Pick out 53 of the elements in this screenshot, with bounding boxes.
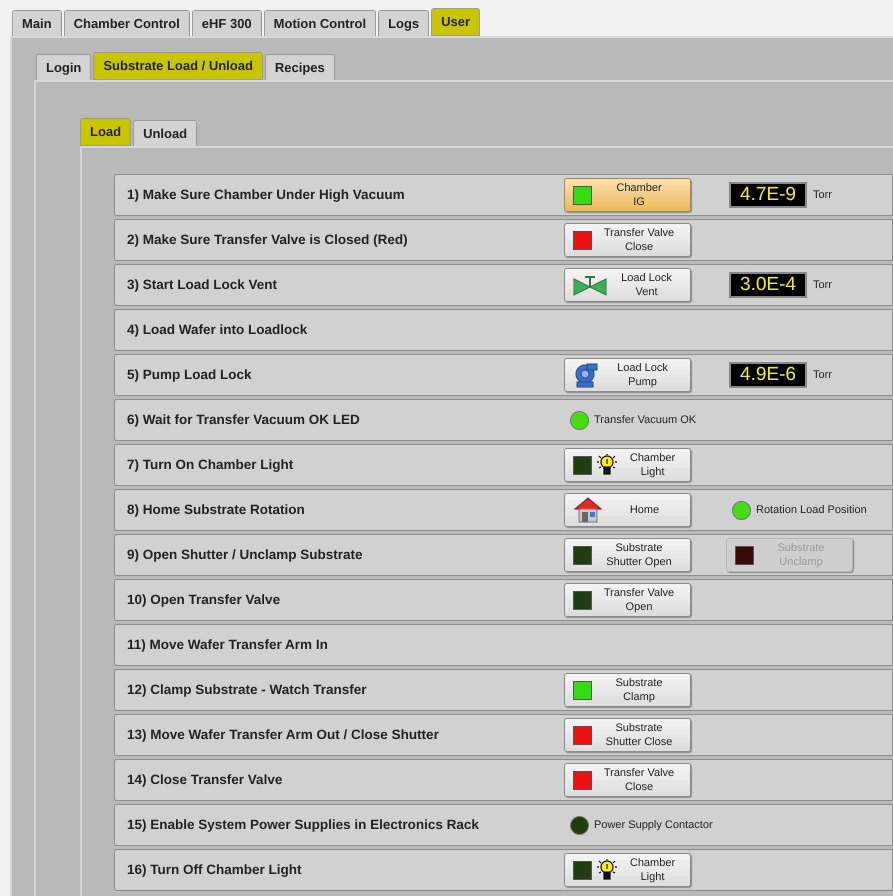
step-label: 1) Make Sure Chamber Under High Vacuum [126, 186, 406, 204]
control-button[interactable]: Chamber IG [564, 178, 691, 212]
light-bulb-icon [595, 858, 619, 882]
control-button[interactable]: Load Lock Pump [564, 358, 691, 392]
step-label: 8) Home Substrate Rotation [126, 500, 306, 519]
step-label: 3) Start Load Lock Vent [126, 276, 278, 294]
tab[interactable]: Login [36, 54, 92, 80]
pump-icon [573, 362, 599, 388]
control-button[interactable]: Chamber Light [564, 853, 691, 887]
pressure-readout: 3.0E-4 [729, 272, 807, 298]
step-label: 12) Clamp Substrate - Watch Transfer [126, 680, 368, 699]
tab[interactable]: eHF 300 [192, 10, 262, 36]
tab[interactable]: Chamber Control [64, 10, 190, 36]
pressure-readout: 4.7E-9 [729, 182, 807, 208]
control-button[interactable]: Transfer Valve Close [564, 223, 691, 257]
control-button[interactable]: Substrate Shutter Open [564, 538, 691, 572]
control-button[interactable]: Transfer Valve Open [564, 583, 691, 617]
step-label: 15) Enable System Power Supplies in Electronics Rack [126, 816, 480, 834]
step-label: 7) Turn On Chamber Light [126, 456, 294, 474]
tab[interactable]: Load [80, 118, 132, 146]
indicator-label: Rotation Load Position [756, 502, 867, 518]
control-button[interactable]: Home [564, 493, 691, 527]
unit-label: Torr [813, 278, 832, 293]
light-bulb-icon [595, 453, 619, 477]
control-button[interactable]: Transfer Valve Close [564, 763, 691, 797]
step-label: 16) Turn Off Chamber Light [126, 860, 302, 879]
unit-label: Torr [813, 188, 832, 203]
valve-icon [573, 274, 607, 296]
control-button[interactable]: Substrate Clamp [564, 673, 691, 707]
step-label: 4) Load Wafer into Loadlock [126, 320, 308, 339]
house-icon [573, 496, 603, 524]
tab[interactable]: User [431, 8, 480, 36]
unit-label: Torr [813, 368, 832, 383]
step-label: 14) Close Transfer Valve [126, 770, 284, 789]
tab[interactable]: Main [12, 10, 62, 36]
indicator-label: Power Supply Contactor [594, 818, 713, 833]
step-label: 2) Make Sure Transfer Valve is Closed (Red) [126, 230, 409, 249]
tab[interactable]: Unload [133, 120, 198, 146]
pressure-readout: 4.9E-6 [729, 362, 807, 388]
control-button[interactable]: Substrate Shutter Close [564, 718, 691, 752]
tab[interactable]: Logs [378, 10, 430, 36]
step-label: 9) Open Shutter / Unclamp Substrate [126, 546, 364, 564]
step-label: 11) Move Wafer Transfer Arm In [126, 636, 329, 654]
control-button[interactable]: Chamber Light [564, 448, 691, 482]
step-label: 13) Move Wafer Transfer Arm Out / Close Shutter [126, 726, 440, 744]
control-button[interactable]: Load Lock Vent [564, 268, 691, 302]
step-label: 6) Wait for Transfer Vacuum OK LED [126, 410, 361, 429]
tab[interactable]: Motion Control [264, 10, 376, 36]
tab[interactable]: Substrate Load / Unload [93, 52, 263, 80]
step-label: 5) Pump Load Lock [126, 366, 253, 384]
indicator-label: Transfer Vacuum OK [594, 412, 696, 428]
step-label: 10) Open Transfer Valve [126, 590, 282, 609]
tab[interactable]: Recipes [264, 54, 335, 80]
